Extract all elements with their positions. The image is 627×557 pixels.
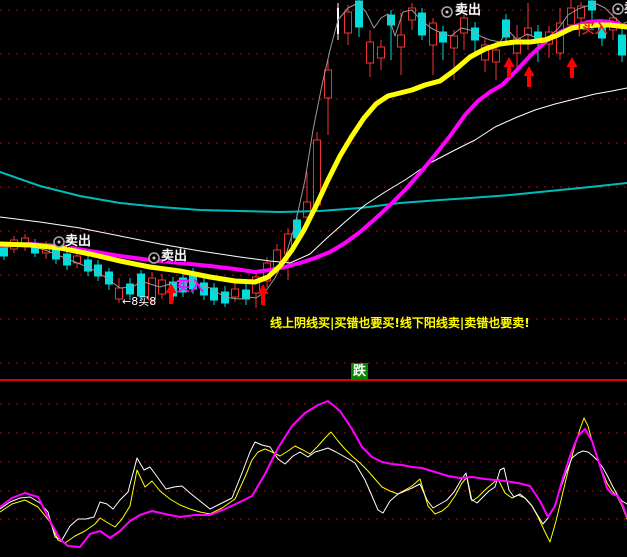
indicator-tab-fall[interactable]: 跌 xyxy=(351,363,368,380)
buy-signal-label-magenta: 买入 xyxy=(176,280,204,294)
sell-signal-label-1: 卖出 xyxy=(65,235,91,248)
buy-point-small-label: ←8买8 xyxy=(122,296,156,307)
sell-signal-label-3: 卖出 xyxy=(455,4,481,17)
strategy-banner-text: 线上阴线买|买错也要买!线下阳线卖|卖错也要卖! xyxy=(270,317,530,329)
stock-chart-app: 卖出 卖出 卖出 卖出 买入 ←8买8 |买入 线上阴线买|买错也要买!线下阳线… xyxy=(0,0,627,557)
buy-signal-label-red: |买入 xyxy=(577,23,608,36)
stock-chart-canvas[interactable] xyxy=(0,0,627,557)
sell-signal-label-2: 卖出 xyxy=(161,250,187,263)
